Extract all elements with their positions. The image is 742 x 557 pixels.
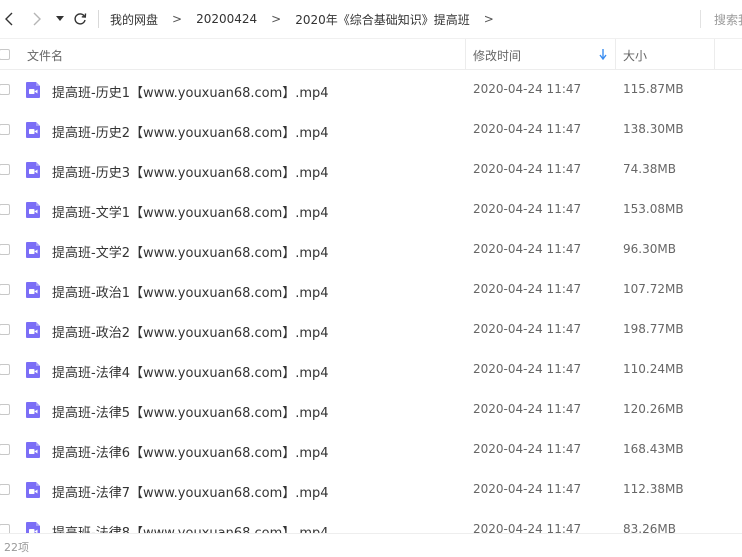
file-name[interactable]: 提高班-法律6【www.youxuan68.com】.mp4 bbox=[52, 442, 329, 461]
refresh-button[interactable] bbox=[70, 9, 90, 29]
file-row[interactable]: 提高班-法律5【www.youxuan68.com】.mp4 2020-04-24… bbox=[0, 390, 742, 430]
file-row[interactable]: 提高班-历史1【www.youxuan68.com】.mp4 2020-04-24… bbox=[0, 70, 742, 110]
file-size: 74.38MB bbox=[623, 162, 676, 176]
sort-down-icon[interactable] bbox=[599, 49, 607, 60]
file-modified-time: 2020-04-24 11:47 bbox=[473, 482, 582, 496]
file-size: 153.08MB bbox=[623, 202, 684, 216]
item-count: 22项 bbox=[4, 541, 29, 554]
video-file-icon bbox=[26, 482, 40, 498]
chevron-right-icon bbox=[33, 12, 41, 26]
file-row[interactable]: 提高班-政治2【www.youxuan68.com】.mp4 2020-04-24… bbox=[0, 310, 742, 350]
breadcrumb-expand-icon[interactable]: > bbox=[484, 12, 494, 26]
row-checkbox[interactable] bbox=[0, 484, 10, 495]
column-divider[interactable] bbox=[615, 39, 616, 69]
video-file-icon bbox=[26, 82, 40, 98]
forward-button[interactable] bbox=[27, 9, 47, 29]
file-modified-time: 2020-04-24 11:47 bbox=[473, 322, 582, 336]
breadcrumb-separator-icon: > bbox=[271, 12, 282, 26]
video-file-icon bbox=[26, 362, 40, 378]
search-divider bbox=[700, 10, 701, 28]
column-header-name[interactable]: 文件名 bbox=[27, 47, 63, 64]
file-name[interactable]: 提高班-政治1【www.youxuan68.com】.mp4 bbox=[52, 282, 329, 301]
back-button[interactable] bbox=[0, 9, 20, 29]
file-row[interactable]: 提高班-法律4【www.youxuan68.com】.mp4 2020-04-24… bbox=[0, 350, 742, 390]
file-name[interactable]: 提高班-法律5【www.youxuan68.com】.mp4 bbox=[52, 402, 329, 421]
breadcrumb-separator-icon: > bbox=[172, 12, 183, 26]
file-size: 110.24MB bbox=[623, 362, 684, 376]
column-header-modified[interactable]: 修改时间 bbox=[473, 47, 521, 64]
status-bar: 22项 bbox=[0, 533, 742, 557]
file-list-header: 文件名 修改时间 大小 bbox=[0, 38, 742, 70]
row-checkbox[interactable] bbox=[0, 364, 10, 375]
file-modified-time: 2020-04-24 11:47 bbox=[473, 442, 582, 456]
file-modified-time: 2020-04-24 11:47 bbox=[473, 122, 582, 136]
file-row[interactable]: 提高班-历史2【www.youxuan68.com】.mp4 2020-04-24… bbox=[0, 110, 742, 150]
file-size: 138.30MB bbox=[623, 122, 684, 136]
file-modified-time: 2020-04-24 11:47 bbox=[473, 282, 582, 296]
row-checkbox[interactable] bbox=[0, 284, 10, 295]
history-dropdown-button[interactable] bbox=[50, 9, 70, 29]
row-checkbox[interactable] bbox=[0, 124, 10, 135]
file-name[interactable]: 提高班-政治2【www.youxuan68.com】.mp4 bbox=[52, 322, 329, 341]
breadcrumb: 我的网盘 > 20200424 > 2020年《综合基础知识》提高班 > bbox=[110, 0, 508, 38]
toolbar: 我的网盘 > 20200424 > 2020年《综合基础知识》提高班 > 搜索我 bbox=[0, 0, 742, 38]
file-size: 112.38MB bbox=[623, 482, 684, 496]
file-modified-time: 2020-04-24 11:47 bbox=[473, 162, 582, 176]
video-file-icon bbox=[26, 242, 40, 258]
search-input[interactable]: 搜索我 bbox=[714, 11, 742, 28]
file-row[interactable]: 提高班-文学1【www.youxuan68.com】.mp4 2020-04-24… bbox=[0, 190, 742, 230]
video-file-icon bbox=[26, 282, 40, 298]
file-size: 198.77MB bbox=[623, 322, 684, 336]
caret-down-icon bbox=[56, 16, 64, 21]
file-name[interactable]: 提高班-历史2【www.youxuan68.com】.mp4 bbox=[52, 122, 329, 141]
row-checkbox[interactable] bbox=[0, 204, 10, 215]
file-size: 96.30MB bbox=[623, 242, 676, 256]
select-all-checkbox[interactable] bbox=[0, 49, 10, 60]
file-name[interactable]: 提高班-法律7【www.youxuan68.com】.mp4 bbox=[52, 482, 329, 501]
row-checkbox[interactable] bbox=[0, 404, 10, 415]
file-size: 120.26MB bbox=[623, 402, 684, 416]
file-name[interactable]: 提高班-文学2【www.youxuan68.com】.mp4 bbox=[52, 242, 329, 261]
file-size: 107.72MB bbox=[623, 282, 684, 296]
file-row[interactable]: 提高班-文学2【www.youxuan68.com】.mp4 2020-04-24… bbox=[0, 230, 742, 270]
file-name[interactable]: 提高班-历史1【www.youxuan68.com】.mp4 bbox=[52, 82, 329, 101]
file-modified-time: 2020-04-24 11:47 bbox=[473, 362, 582, 376]
file-name[interactable]: 提高班-文学1【www.youxuan68.com】.mp4 bbox=[52, 202, 329, 221]
chevron-left-icon bbox=[5, 12, 13, 26]
file-name[interactable]: 提高班-历史3【www.youxuan68.com】.mp4 bbox=[52, 162, 329, 181]
row-checkbox[interactable] bbox=[0, 324, 10, 335]
file-name[interactable]: 提高班-法律4【www.youxuan68.com】.mp4 bbox=[52, 362, 329, 381]
column-header-size[interactable]: 大小 bbox=[623, 47, 647, 64]
video-file-icon bbox=[26, 442, 40, 458]
file-size: 115.87MB bbox=[623, 82, 684, 96]
file-modified-time: 2020-04-24 11:47 bbox=[473, 402, 582, 416]
file-modified-time: 2020-04-24 11:47 bbox=[473, 202, 582, 216]
file-row[interactable]: 提高班-政治1【www.youxuan68.com】.mp4 2020-04-24… bbox=[0, 270, 742, 310]
video-file-icon bbox=[26, 322, 40, 338]
video-file-icon bbox=[26, 402, 40, 418]
file-row[interactable]: 提高班-历史3【www.youxuan68.com】.mp4 2020-04-24… bbox=[0, 150, 742, 190]
file-size: 168.43MB bbox=[623, 442, 684, 456]
file-row[interactable]: 提高班-法律6【www.youxuan68.com】.mp4 2020-04-24… bbox=[0, 430, 742, 470]
file-modified-time: 2020-04-24 11:47 bbox=[473, 82, 582, 96]
toolbar-divider bbox=[98, 10, 99, 28]
column-divider[interactable] bbox=[714, 39, 715, 69]
breadcrumb-item[interactable]: 20200424 bbox=[196, 12, 257, 26]
row-checkbox[interactable] bbox=[0, 244, 10, 255]
breadcrumb-item[interactable]: 我的网盘 bbox=[110, 11, 158, 28]
video-file-icon bbox=[26, 202, 40, 218]
row-checkbox[interactable] bbox=[0, 84, 10, 95]
refresh-icon bbox=[74, 13, 87, 25]
column-divider[interactable] bbox=[465, 39, 466, 69]
breadcrumb-item[interactable]: 2020年《综合基础知识》提高班 bbox=[295, 11, 470, 28]
video-file-icon bbox=[26, 122, 40, 138]
row-checkbox[interactable] bbox=[0, 164, 10, 175]
video-file-icon bbox=[26, 162, 40, 178]
file-modified-time: 2020-04-24 11:47 bbox=[473, 242, 582, 256]
file-row[interactable]: 提高班-法律7【www.youxuan68.com】.mp4 2020-04-24… bbox=[0, 470, 742, 510]
row-checkbox[interactable] bbox=[0, 444, 10, 455]
